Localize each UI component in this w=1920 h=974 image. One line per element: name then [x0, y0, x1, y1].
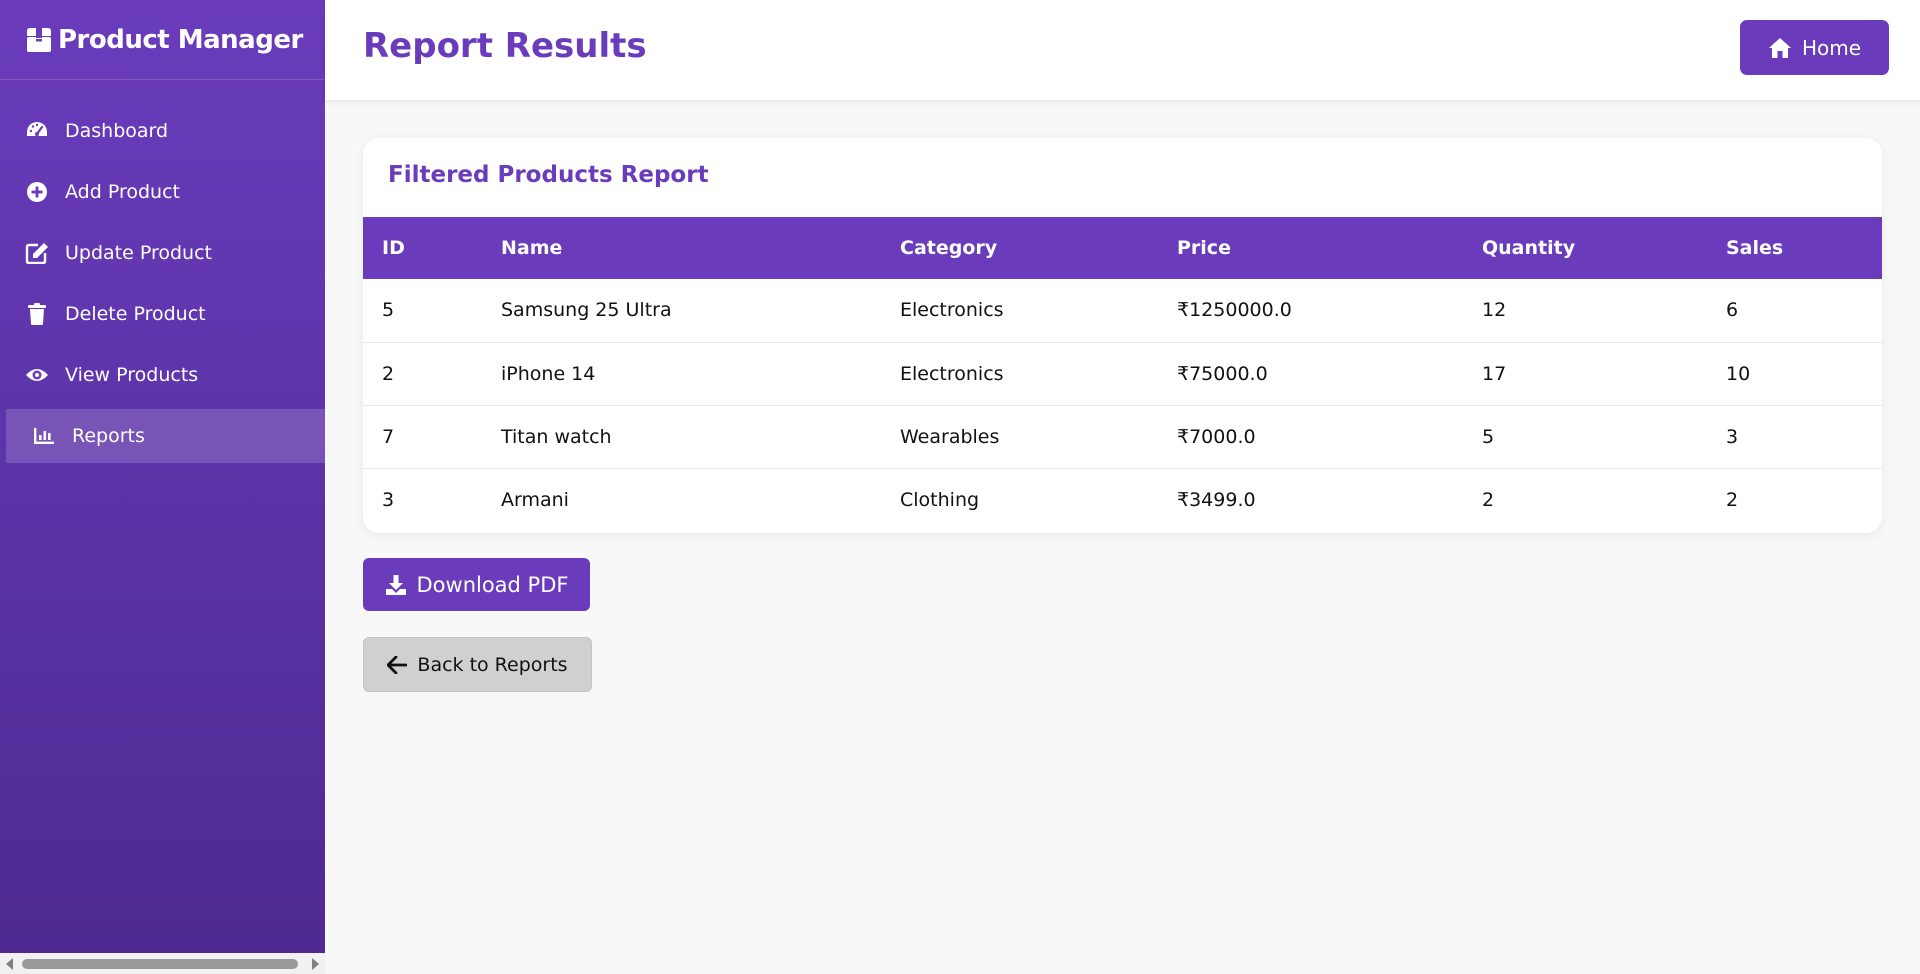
sidebar-item-label: Update Product — [65, 242, 212, 264]
column-header-price[interactable]: Price — [1158, 217, 1463, 279]
cell-sales: 2 — [1707, 467, 1882, 531]
trash-icon — [25, 302, 49, 326]
cell-price: ₹75000.0 — [1158, 341, 1463, 405]
sidebar-item-add-product[interactable]: Add Product — [0, 165, 325, 219]
cell-price: ₹3499.0 — [1158, 467, 1463, 531]
cell-name: Titan watch — [482, 404, 881, 468]
column-header-quantity[interactable]: Quantity — [1463, 217, 1707, 279]
report-card: Filtered Products Report ID Name Categor… — [363, 138, 1882, 533]
download-icon — [385, 574, 406, 595]
cell-sales: 3 — [1707, 404, 1882, 468]
cell-sales: 6 — [1726, 299, 1739, 322]
home-button-label: Home — [1801, 35, 1862, 60]
brand-title: Product Manager — [58, 24, 303, 55]
speedometer-icon — [25, 119, 49, 143]
back-to-reports-button[interactable]: Back to Reports — [363, 637, 592, 692]
cell-id: 7 — [363, 404, 482, 468]
cell-name: iPhone 14 — [482, 341, 881, 405]
sidebar-item-label: Reports — [72, 425, 145, 447]
sidebar-item-reports[interactable]: Reports — [6, 409, 325, 463]
table-header-row: ID Name Category Price Quantity Sales — [363, 217, 1882, 279]
cell-name: Armani — [482, 467, 881, 531]
brand[interactable]: Product Manager — [0, 0, 325, 80]
sidebar-item-update-product[interactable]: Update Product — [0, 226, 325, 280]
sidebar-item-delete-product[interactable]: Delete Product — [0, 287, 325, 341]
box-icon — [27, 27, 51, 52]
download-pdf-label: Download PDF — [416, 572, 569, 597]
cell-id: 5 — [382, 299, 395, 322]
cell-id: 3 — [363, 467, 482, 531]
report-title: Filtered Products Report — [388, 162, 709, 188]
scroll-left-arrow-icon[interactable] — [6, 958, 13, 970]
table-row: 3 Armani Clothing ₹3499.0 2 2 — [363, 467, 1882, 531]
plus-circle-icon — [25, 180, 49, 204]
cell-category: Clothing — [881, 467, 1158, 531]
sidebar-item-label: Add Product — [65, 181, 180, 203]
home-button[interactable]: Home — [1740, 20, 1889, 75]
arrow-left-icon — [387, 655, 408, 674]
report-table: ID Name Category Price Quantity Sales 5 … — [363, 217, 1882, 531]
cell-sales: 10 — [1707, 341, 1882, 405]
page-title: Report Results — [363, 26, 647, 66]
table-row: 5 Samsung 25 Ultra Electronics ₹1250000.… — [363, 279, 1882, 342]
cell-category: Wearables — [881, 404, 1158, 468]
cell-price: ₹7000.0 — [1158, 404, 1463, 468]
sidebar-item-label: Dashboard — [65, 120, 169, 142]
cell-quantity: 2 — [1463, 467, 1707, 531]
sidebar-item-label: View Products — [65, 364, 199, 386]
column-header-sales[interactable]: Sales — [1707, 217, 1882, 279]
cell-quantity: 5 — [1463, 404, 1707, 468]
cell-category: Electronics — [900, 299, 1004, 322]
download-pdf-button[interactable]: Download PDF — [363, 558, 590, 611]
bar-chart-icon — [32, 424, 56, 448]
cell-quantity: 17 — [1463, 341, 1707, 405]
table-row: 2 iPhone 14 Electronics ₹75000.0 17 10 — [363, 341, 1882, 405]
cell-quantity: 12 — [1482, 299, 1507, 322]
eye-icon — [25, 363, 49, 387]
cell-category: Electronics — [881, 341, 1158, 405]
cell-name: Samsung 25 Ultra — [501, 299, 672, 322]
home-icon — [1768, 37, 1791, 58]
scrollbar-thumb[interactable] — [22, 959, 298, 969]
top-header: Report Results Home — [325, 0, 1920, 100]
sidebar-item-dashboard[interactable]: Dashboard — [0, 104, 325, 158]
sidebar-nav: Dashboard Add Product Update Product Del… — [0, 104, 325, 463]
sidebar-item-view-products[interactable]: View Products — [0, 348, 325, 402]
back-to-reports-label: Back to Reports — [417, 653, 568, 676]
sidebar-item-label: Delete Product — [65, 303, 206, 325]
column-header-id[interactable]: ID — [363, 217, 482, 279]
cell-id: 2 — [363, 341, 482, 405]
table-row: 7 Titan watch Wearables ₹7000.0 5 3 — [363, 404, 1882, 468]
horizontal-scrollbar[interactable] — [0, 953, 325, 974]
edit-icon — [25, 241, 49, 265]
column-header-name[interactable]: Name — [482, 217, 881, 279]
sidebar: Product Manager Dashboard Add Product Up… — [0, 0, 325, 953]
cell-price: ₹1250000.0 — [1177, 299, 1292, 322]
column-header-category[interactable]: Category — [881, 217, 1158, 279]
scroll-right-arrow-icon[interactable] — [312, 958, 319, 970]
